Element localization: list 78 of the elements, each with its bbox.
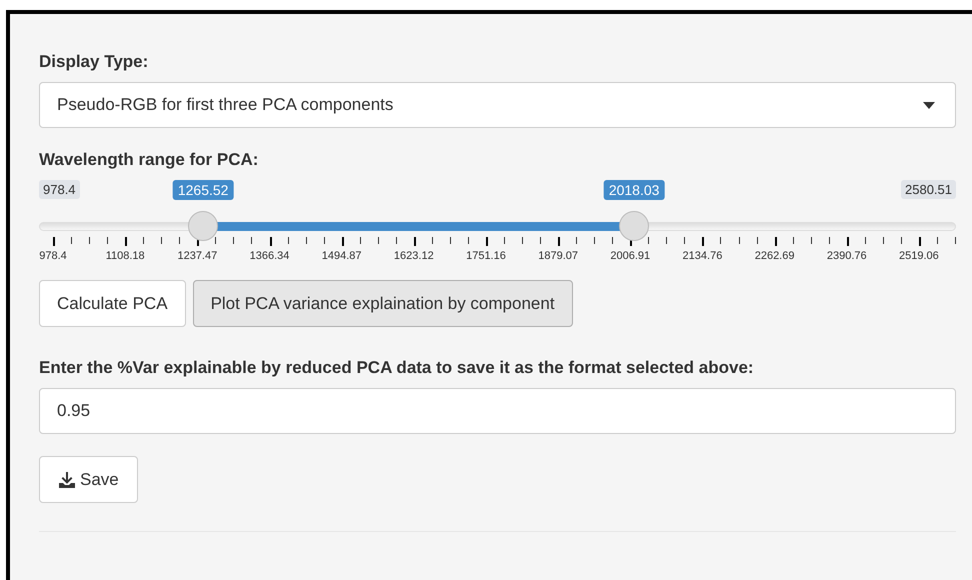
tick-mark: [360, 237, 361, 244]
max-label: 2580.51: [901, 180, 956, 199]
tick-mark: [468, 237, 469, 244]
tick-mark: [684, 237, 686, 244]
save-button[interactable]: Save: [39, 456, 138, 503]
tick-mark: [738, 237, 740, 244]
tick-mark: [864, 237, 866, 244]
field-label: Wavelength range for PCA:: [39, 150, 260, 170]
tick-mark: [486, 237, 488, 246]
tick-label: 978.4: [39, 250, 67, 262]
tick-mark: [756, 237, 758, 244]
tick-mark: [89, 237, 90, 244]
display-type-dropdown[interactable]: Pseudo-RGB for first three PCA components: [39, 82, 956, 128]
tick-mark: [107, 237, 108, 244]
tick-mark: [648, 237, 650, 244]
tick-mark: [900, 237, 902, 244]
tick-mark: [810, 237, 812, 244]
tick-label: 1751.16: [466, 250, 506, 262]
tick-mark: [954, 237, 956, 244]
tick-mark: [558, 237, 560, 246]
tick-mark: [378, 237, 379, 244]
tick-mark: [882, 237, 884, 244]
min-label: 978.4: [39, 180, 80, 199]
tick-label: 1108.18: [106, 250, 145, 262]
tick-mark: [576, 237, 578, 244]
tick-mark: [396, 237, 397, 244]
tick-mark: [251, 237, 252, 244]
tick-label: 2390.76: [826, 250, 867, 262]
slider-handle[interactable]: [619, 211, 650, 241]
download-icon: [58, 470, 76, 488]
slider-handle[interactable]: [188, 211, 218, 241]
tick-label: 1494.87: [322, 250, 362, 262]
tick-mark: [828, 237, 830, 244]
variance-input[interactable]: 0.95: [39, 388, 956, 434]
value-label: 1265.52: [172, 180, 234, 200]
tick-mark: [324, 237, 325, 244]
tick-mark: [540, 237, 542, 244]
tick-mark: [846, 237, 849, 246]
tick-mark: [720, 237, 722, 244]
tick-mark: [702, 237, 704, 246]
tick-mark: [450, 237, 451, 244]
tick-label: 1879.07: [538, 250, 578, 262]
tick-mark: [342, 237, 344, 246]
tick-mark: [432, 237, 433, 244]
value-label: 2018.03: [604, 180, 664, 200]
tick-mark: [792, 237, 794, 244]
tick-mark: [504, 237, 505, 244]
tick-mark: [666, 237, 668, 244]
tick-mark: [179, 237, 180, 244]
tick-mark: [125, 237, 128, 246]
tick-mark: [161, 237, 162, 244]
tick-mark: [936, 237, 938, 244]
tick-mark: [522, 237, 524, 244]
tick-mark: [270, 237, 272, 246]
tick-mark: [594, 237, 596, 244]
tick-label: 2262.69: [754, 250, 794, 262]
action-button[interactable]: Calculate PCA: [39, 280, 186, 327]
field-label: Enter the %Var explainable by reduced PCA data to save it as the format selected above:: [39, 358, 755, 378]
tick-label: 1366.34: [250, 250, 290, 262]
tick-label: 2006.91: [610, 250, 650, 262]
tick-label: 1237.47: [177, 250, 218, 262]
tick-mark: [233, 237, 234, 244]
tick-mark: [288, 237, 289, 244]
tick-mark: [612, 237, 614, 244]
tick-mark: [774, 237, 777, 246]
tick-mark: [143, 237, 144, 244]
tick-label: 2519.06: [899, 250, 939, 262]
tick-mark: [71, 237, 72, 244]
caret-icon: [923, 102, 935, 108]
field-label: Display Type:: [39, 52, 150, 72]
tick-mark: [215, 237, 216, 244]
tick-label: 2134.76: [682, 250, 722, 262]
tick-mark: [53, 237, 56, 246]
tick-mark: [414, 237, 416, 246]
tick-label: 1623.12: [394, 250, 434, 262]
tick-mark: [918, 237, 921, 246]
action-button[interactable]: Plot PCA variance explaination by component: [192, 280, 573, 327]
tick-mark: [306, 237, 307, 244]
